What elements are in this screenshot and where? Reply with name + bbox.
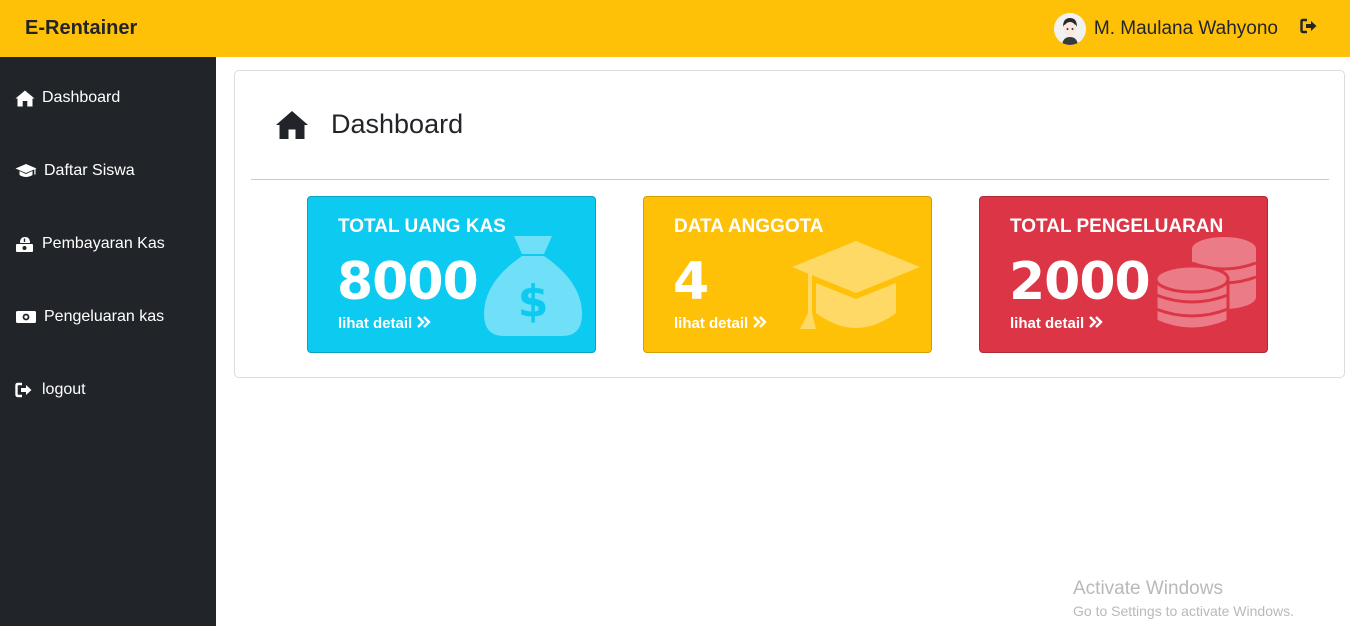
- total-uang-kas-card: $ TOTAL UANG KAS 8000 lihat detail: [307, 196, 596, 353]
- dashboard-card: Dashboard $ TOTAL UANG KAS 8000 lihat de…: [234, 70, 1345, 378]
- data-anggota-card: DATA ANGGOTA 4 lihat detail: [643, 196, 932, 353]
- double-chevron-right-icon: [1089, 315, 1103, 332]
- money-bill-icon: [15, 308, 39, 326]
- sidebar: Dashboard Daftar Siswa Pembayaran Kas Pe…: [0, 57, 216, 626]
- detail-link[interactable]: lihat detail: [674, 315, 767, 332]
- sidebar-item-label: Daftar Siswa: [44, 162, 135, 179]
- detail-link-label: lihat detail: [338, 315, 413, 332]
- sidebar-item-logout[interactable]: logout: [0, 370, 216, 410]
- sidebar-item-daftar-siswa[interactable]: Daftar Siswa: [0, 151, 216, 191]
- card-label: TOTAL PENGELUARAN: [1010, 216, 1224, 237]
- card-label: DATA ANGGOTA: [674, 216, 824, 237]
- user-profile[interactable]: M. Maulana Wahyono: [1053, 13, 1278, 45]
- activate-windows-watermark: Activate Windows Go to Settings to activ…: [1073, 578, 1294, 619]
- sidebar-item-label: Pembayaran Kas: [42, 235, 165, 252]
- avatar: [1053, 13, 1086, 45]
- detail-link[interactable]: lihat detail: [1010, 315, 1103, 332]
- graduation-cap-icon: [792, 241, 920, 329]
- sidebar-item-label: Pengeluaran kas: [44, 308, 165, 325]
- total-pengeluaran-card: TOTAL PENGELUARAN 2000 lihat detail: [979, 196, 1268, 353]
- sidebar-item-pengeluaran-kas[interactable]: Pengeluaran kas: [0, 297, 216, 337]
- sidebar-item-label: logout: [42, 381, 86, 398]
- card-value: 2000: [1009, 252, 1151, 312]
- card-label: TOTAL UANG KAS: [338, 216, 506, 237]
- card-value: 8000: [337, 252, 479, 312]
- page-title: Dashboard: [331, 109, 464, 139]
- svg-text:$: $: [518, 276, 549, 327]
- card-value: 4: [673, 252, 709, 312]
- home-icon: [15, 89, 37, 107]
- detail-link-label: lihat detail: [674, 315, 749, 332]
- divider: [251, 179, 1329, 180]
- sign-out-icon: [15, 381, 37, 399]
- brand-title[interactable]: E-Rentainer: [25, 17, 137, 40]
- double-chevron-right-icon: [417, 315, 431, 332]
- sign-out-icon[interactable]: [1300, 18, 1320, 38]
- graduation-cap-icon: [15, 162, 39, 180]
- watermark-title: Activate Windows: [1073, 578, 1223, 599]
- money-bag-icon: $: [484, 236, 582, 336]
- user-name: M. Maulana Wahyono: [1093, 18, 1278, 39]
- detail-link[interactable]: lihat detail: [338, 315, 431, 332]
- top-navbar: E-Rentainer M. Maulana Wahyono: [0, 0, 1350, 57]
- sidebar-item-dashboard[interactable]: Dashboard: [0, 78, 216, 118]
- sidebar-item-pembayaran-kas[interactable]: Pembayaran Kas: [0, 224, 216, 264]
- coins-icon: [1154, 237, 1257, 331]
- sidebar-item-label: Dashboard: [42, 89, 121, 106]
- detail-link-label: lihat detail: [1010, 315, 1085, 332]
- page-header: Dashboard: [275, 109, 463, 140]
- home-icon: [275, 110, 309, 140]
- watermark-subtitle: Go to Settings to activate Windows.: [1073, 603, 1294, 619]
- double-chevron-right-icon: [753, 315, 767, 332]
- hand-holding-money-icon: [15, 235, 37, 253]
